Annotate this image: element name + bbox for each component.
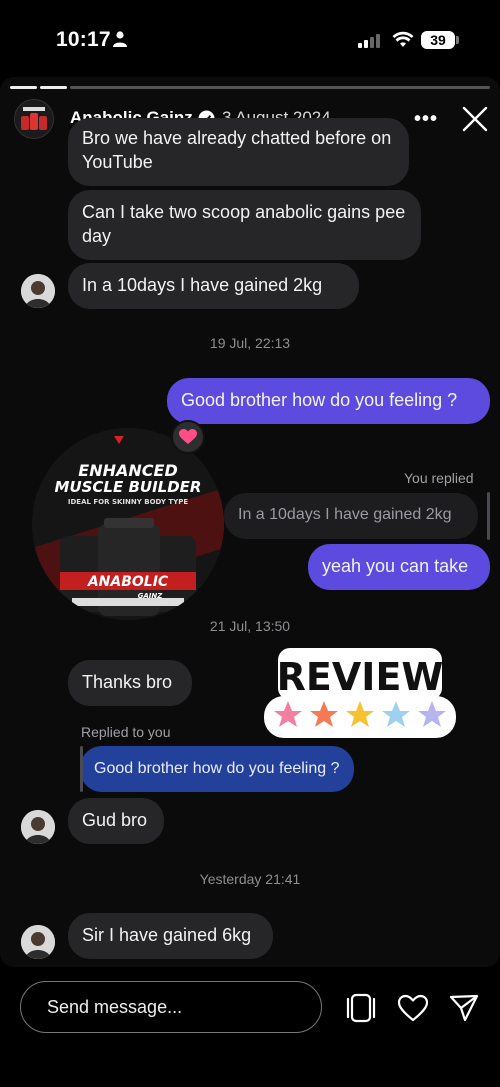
status-time: 10:17 [56, 28, 111, 51]
timestamp: 19 Jul, 22:13 [209, 335, 291, 351]
sender-avatar [21, 925, 55, 959]
you-replied-label: You replied [404, 470, 474, 486]
quoted-message: In a 10days I have gained 2kg [224, 493, 478, 539]
product-line3: IDEAL FOR SKINNY BODY TYPE [68, 498, 188, 506]
story-progress-segment [10, 86, 37, 89]
review-sticker: REVIEW [264, 648, 456, 738]
reaction-badge [171, 420, 205, 454]
message-bubble: Can I take two scoop anabolic gains pee … [68, 190, 421, 260]
product-image: ENHANCED MUSCLE BUILDER IDEAL FOR SKINNY… [32, 428, 224, 620]
timestamp: 21 Jul, 13:50 [209, 618, 291, 634]
heart-reaction-icon [179, 429, 197, 444]
send-message-input[interactable]: Send message... [20, 981, 322, 1033]
like-heart-icon[interactable] [397, 994, 429, 1022]
quote-bar [80, 746, 83, 792]
timestamp: Yesterday 21:41 [199, 871, 301, 887]
message-bubble: Gud bro [68, 798, 164, 844]
product-line2: MUSCLE BUILDER [55, 478, 202, 496]
account-avatar[interactable] [14, 99, 54, 139]
message-bubble: In a 10days I have gained 2kg [68, 263, 359, 309]
battery-tip [456, 36, 459, 44]
message-bubble: Sir I have gained 6kg [68, 913, 273, 959]
sender-avatar [21, 274, 55, 308]
message-bubble: Thanks bro [68, 660, 192, 706]
sender-avatar [21, 810, 55, 844]
replied-to-you-label: Replied to you [81, 724, 171, 740]
quote-bar [487, 492, 490, 540]
more-options-icon[interactable]: ••• [414, 108, 438, 131]
story-progress-segment [70, 86, 490, 89]
sticker-text: REVIEW [277, 655, 444, 699]
product-brand: ANABOLIC [87, 574, 169, 590]
person-icon [113, 31, 127, 47]
battery-indicator: 39 [421, 31, 455, 49]
story-progress-segment [40, 86, 67, 89]
signal-icon [358, 34, 380, 48]
quoted-my-message: Good brother how do you feeling ? [80, 746, 354, 792]
wifi-icon [392, 31, 414, 47]
my-message-bubble: yeah you can take [308, 544, 490, 590]
sticker-icon[interactable] [345, 993, 377, 1023]
close-icon[interactable] [461, 105, 489, 133]
my-message-bubble: Good brother how do you feeling ? [167, 378, 490, 424]
share-send-icon[interactable] [448, 993, 480, 1023]
message-bubble: Bro we have already chatted before on Yo… [68, 118, 409, 186]
